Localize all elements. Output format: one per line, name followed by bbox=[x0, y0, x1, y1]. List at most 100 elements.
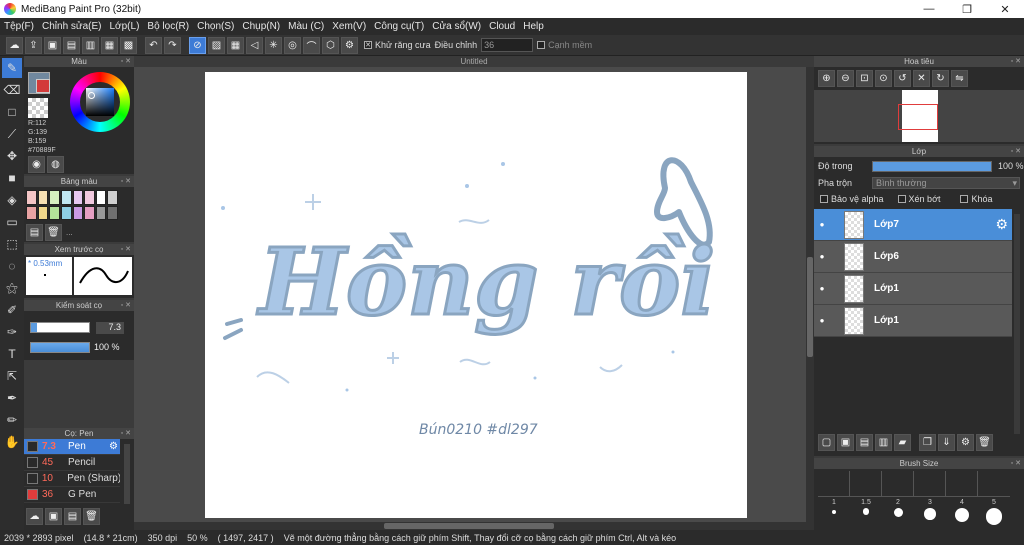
brush-size-slider[interactable] bbox=[30, 322, 90, 333]
palette-swatch[interactable] bbox=[26, 205, 37, 220]
operation-tool-icon[interactable]: ⇱ bbox=[2, 366, 22, 386]
color-wheel[interactable] bbox=[70, 72, 130, 132]
undo-icon[interactable]: ↶ bbox=[145, 36, 162, 54]
merge-down-icon[interactable]: ⇓ bbox=[938, 434, 955, 451]
palette-swatch[interactable] bbox=[37, 205, 49, 220]
select-pen-tool-icon[interactable]: ✐ bbox=[2, 300, 22, 320]
layer-row[interactable]: ● Lớp7 ⚙ bbox=[814, 209, 1012, 241]
brush-size-value[interactable]: 7.3 bbox=[96, 322, 124, 334]
share-icon[interactable]: ⇪ bbox=[25, 36, 42, 54]
divide-tool-icon[interactable]: ✒ bbox=[2, 388, 22, 408]
layer-settings-icon[interactable]: ⚙ bbox=[957, 434, 974, 451]
palette-grid[interactable] bbox=[26, 190, 118, 220]
visibility-icon[interactable]: ● bbox=[814, 220, 830, 229]
brush-size-cell[interactable]: 2 bbox=[882, 499, 914, 525]
palette-swatch[interactable] bbox=[60, 190, 72, 205]
gear-icon[interactable]: ⚙ bbox=[995, 216, 1008, 233]
cloud-icon[interactable]: ☁ bbox=[6, 36, 23, 54]
comment-icon[interactable]: ▤ bbox=[63, 36, 80, 54]
brush-copy-icon[interactable]: ▤ bbox=[64, 508, 81, 525]
delete-layer-icon[interactable]: 🗑 bbox=[976, 434, 993, 451]
brush-size-cell[interactable]: 5 bbox=[978, 499, 1010, 525]
gear-icon[interactable]: ⚙ bbox=[109, 441, 118, 452]
menu-file[interactable]: Tệp(F) bbox=[4, 21, 34, 32]
magic-wand-tool-icon[interactable]: ⚝ bbox=[2, 278, 22, 298]
save-icon[interactable]: ▣ bbox=[44, 36, 61, 54]
menu-tools[interactable]: Công cụ(T) bbox=[374, 21, 424, 32]
new-folder-icon[interactable]: ▰ bbox=[894, 434, 911, 451]
brush-size-cell[interactable]: 3 bbox=[914, 499, 946, 525]
brush-size-grid[interactable]: 1 1.5 2 3 4 5 bbox=[814, 499, 1024, 525]
canvas-horizontal-scrollbar[interactable] bbox=[134, 522, 806, 530]
zoom-in-icon[interactable]: ⊕ bbox=[818, 70, 835, 87]
navigator-viewport[interactable] bbox=[898, 104, 938, 130]
layer-row[interactable]: ● Lớp1 bbox=[814, 305, 1012, 337]
menu-snap[interactable]: Chụp(N) bbox=[242, 21, 280, 32]
move-tool-icon[interactable]: ✥ bbox=[2, 146, 22, 166]
redo-icon[interactable]: ↷ bbox=[164, 36, 181, 54]
palette-swatch[interactable] bbox=[49, 190, 60, 205]
minimize-button[interactable]: — bbox=[910, 3, 948, 16]
palette-swatch[interactable] bbox=[95, 205, 107, 220]
fit-window-icon[interactable]: ⊡ bbox=[856, 70, 873, 87]
rotate-left-icon[interactable]: ↺ bbox=[894, 70, 911, 87]
restore-button[interactable]: ❐ bbox=[948, 3, 986, 16]
close-button[interactable]: ✕ bbox=[986, 3, 1024, 16]
document-tab[interactable]: Untitled bbox=[134, 56, 814, 67]
menu-edit[interactable]: Chỉnh sửa(E) bbox=[42, 21, 102, 32]
color-picker-handle[interactable] bbox=[88, 92, 95, 99]
line-tool-icon[interactable]: ⟋ bbox=[2, 124, 22, 144]
snap-curve-icon[interactable]: ⌒ bbox=[303, 36, 320, 54]
brush-add-icon[interactable]: ▣ bbox=[45, 508, 62, 525]
rotate-right-icon[interactable]: ↻ bbox=[932, 70, 949, 87]
select-rect-tool-icon[interactable]: ⬚ bbox=[2, 234, 22, 254]
layer-row[interactable]: ● Lớp6 bbox=[814, 241, 1012, 273]
palette-delete-icon[interactable]: 🗑 bbox=[45, 224, 62, 241]
palette-swatch[interactable] bbox=[72, 190, 84, 205]
canvas-vertical-scrollbar[interactable] bbox=[806, 67, 814, 530]
duplicate-layer-icon[interactable]: ❐ bbox=[919, 434, 936, 451]
palette-swatch[interactable] bbox=[95, 190, 107, 205]
protect-alpha-checkbox[interactable]: Bảo vệ alpha bbox=[820, 194, 884, 204]
gradient-tool-icon[interactable]: ▭ bbox=[2, 212, 22, 232]
document-icon[interactable]: ▥ bbox=[82, 36, 99, 54]
text-tool-icon[interactable]: T bbox=[2, 344, 22, 364]
palette-swatch[interactable] bbox=[37, 190, 49, 205]
new-layer-icon[interactable]: ▢ bbox=[818, 434, 835, 451]
brush-item[interactable]: 7.3 Pen ⚙ bbox=[24, 439, 120, 455]
color-set-icon[interactable]: ◉ bbox=[28, 156, 45, 173]
flip-icon[interactable]: ⇋ bbox=[951, 70, 968, 87]
hand-tool-icon[interactable]: ✋ bbox=[2, 432, 22, 452]
snap-shape-icon[interactable]: ⬡ bbox=[322, 36, 339, 54]
navigator-preview[interactable] bbox=[814, 90, 1024, 142]
zoom-out-icon[interactable]: ⊖ bbox=[837, 70, 854, 87]
eyedropper-tool-icon[interactable]: ✏ bbox=[2, 410, 22, 430]
snap-vanish-icon[interactable]: ◁ bbox=[246, 36, 263, 54]
image-icon[interactable]: ▦ bbox=[101, 36, 118, 54]
visibility-icon[interactable]: ● bbox=[814, 252, 830, 261]
antialias-checkbox[interactable]: ✕ Khử răng cưa bbox=[364, 40, 431, 50]
new-halftone-layer-icon[interactable]: ▣ bbox=[837, 434, 854, 451]
palette-add-icon[interactable]: ▤ bbox=[26, 224, 43, 241]
brush-size-cell[interactable]: 1.5 bbox=[850, 499, 882, 525]
palette-swatch[interactable] bbox=[26, 190, 37, 205]
soft-edge-checkbox[interactable]: Cạnh mềm bbox=[537, 40, 592, 50]
palette-swatch[interactable] bbox=[107, 205, 118, 220]
layer-row[interactable]: ● Lớp1 bbox=[814, 273, 1012, 305]
brush-size-cell[interactable]: 1 bbox=[818, 499, 850, 525]
bucket-tool-icon[interactable]: ◈ bbox=[2, 190, 22, 210]
menu-view[interactable]: Xem(V) bbox=[332, 21, 366, 32]
layer-opacity-slider[interactable] bbox=[872, 160, 992, 172]
color-history-icon[interactable]: ◍ bbox=[47, 156, 64, 173]
menu-select[interactable]: Chọn(S) bbox=[197, 21, 234, 32]
brush-delete-icon[interactable]: 🗑 bbox=[83, 508, 100, 525]
visibility-icon[interactable]: ● bbox=[814, 284, 830, 293]
sub-color-swatch[interactable] bbox=[36, 79, 50, 93]
eraser-tool-icon[interactable]: ⌫ bbox=[2, 80, 22, 100]
menu-layer[interactable]: Lớp(L) bbox=[110, 21, 140, 32]
canvas-page[interactable]: Hồng rồi Bún0210 #dl297 bbox=[205, 72, 747, 518]
canvas-area[interactable]: Untitled Hồng rồi Bún0210 #dl297 bbox=[134, 56, 814, 530]
shape-tool-icon[interactable]: ■ bbox=[2, 168, 22, 188]
snap-radial-icon[interactable]: ✳ bbox=[265, 36, 282, 54]
menu-help[interactable]: Help bbox=[523, 21, 544, 32]
